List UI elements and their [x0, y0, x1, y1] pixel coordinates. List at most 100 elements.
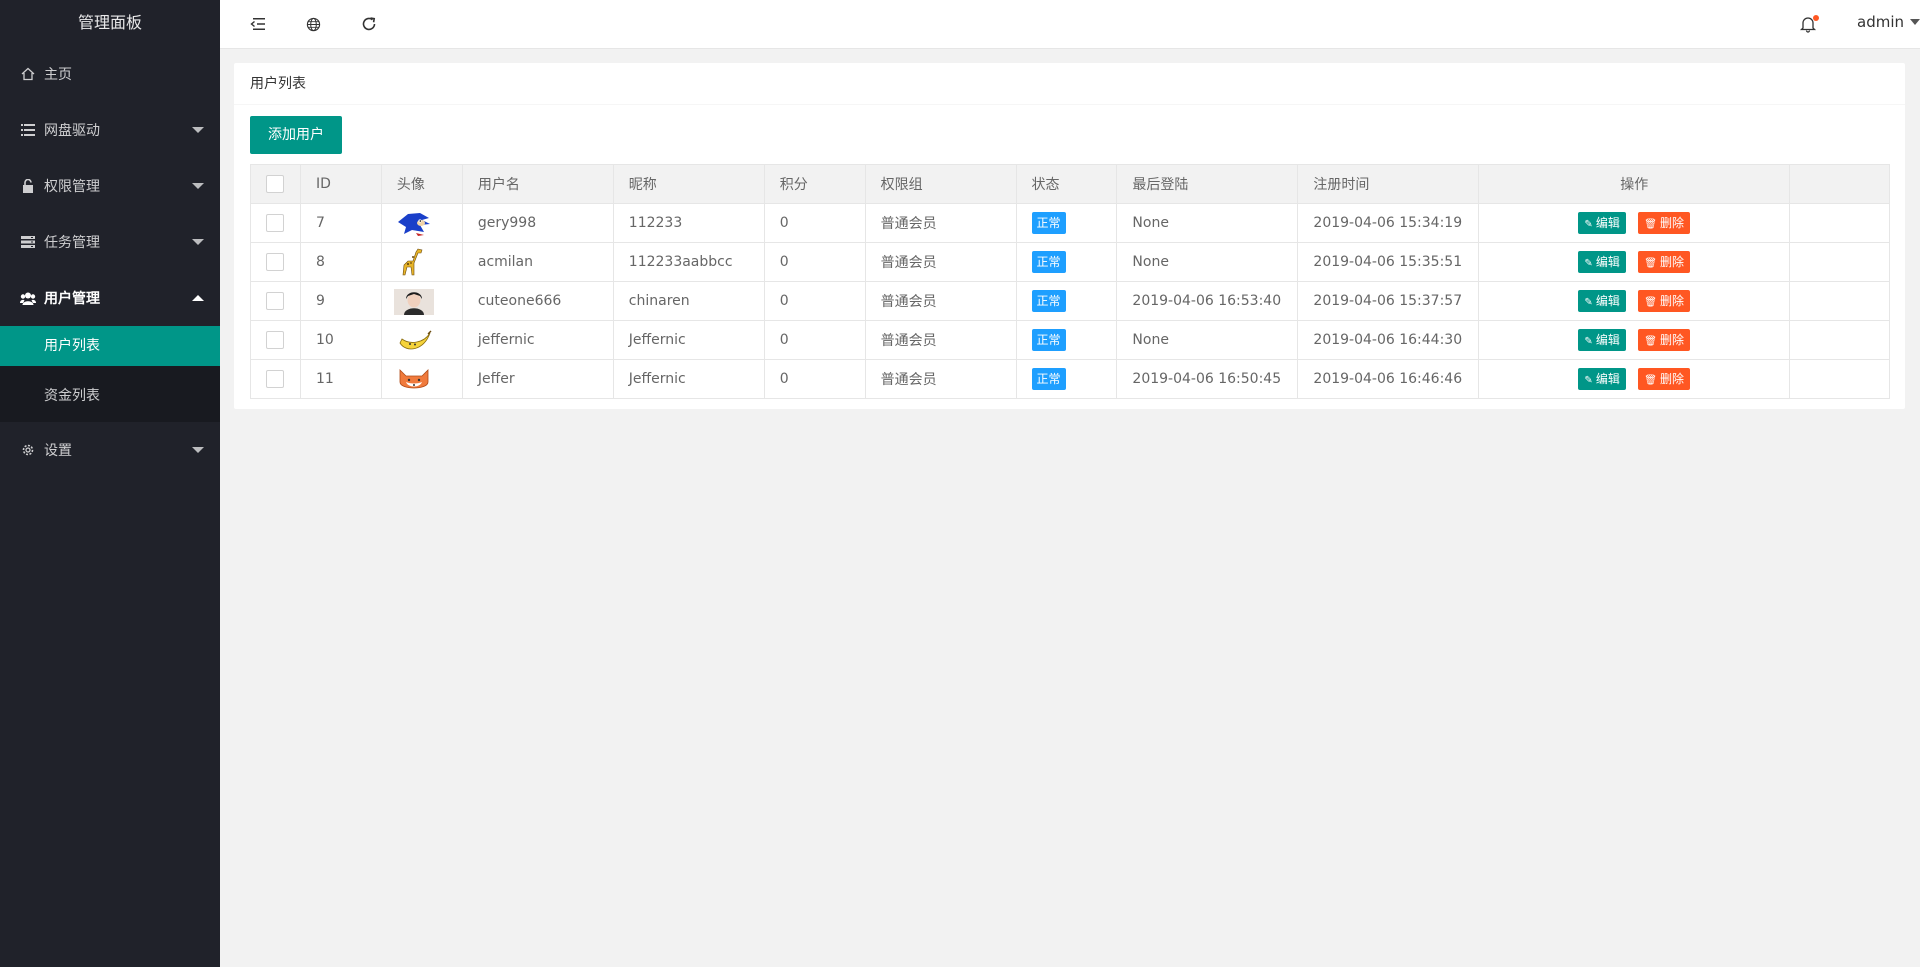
cell-username: Jeffer [461, 359, 614, 399]
cell-avatar [380, 242, 463, 282]
row-select-cell [250, 242, 301, 282]
edit-label: 编辑 [1595, 255, 1620, 269]
cell-avatar [380, 320, 463, 360]
top-header: admin [220, 0, 1920, 49]
cell-actions: ✎ 编辑 🗑 删除 [1478, 242, 1791, 282]
collapse-menu-icon[interactable] [245, 12, 269, 36]
sidebar-item-label: 任务管理 [44, 235, 100, 251]
notification-bell[interactable] [1799, 13, 1821, 35]
column-header-username[interactable]: 用户名 [461, 164, 614, 204]
edit-button[interactable]: ✎ 编辑 [1578, 368, 1626, 390]
trash-icon: 🗑 [1644, 336, 1657, 347]
cell-last-login: None [1116, 242, 1299, 282]
trash-icon: 🗑 [1644, 219, 1657, 230]
pencil-icon: ✎ [1584, 219, 1593, 230]
cell-avatar [380, 281, 463, 321]
sidebar: 管理面板 主页 网盘驱动 权限管理 任务管理 用户管理 用户列表 资金列表 设置 [0, 0, 220, 967]
column-header-nickname[interactable]: 昵称 [612, 164, 765, 204]
refresh-icon[interactable] [357, 12, 381, 36]
globe-icon[interactable] [301, 12, 325, 36]
edit-button[interactable]: ✎ 编辑 [1578, 251, 1626, 273]
cell-nickname: 112233 [612, 203, 765, 243]
table-row: 9 cuteone666 chinaren 0 普通会员 正常 2019-04-… [250, 281, 1890, 321]
column-header-points[interactable]: 积分 [763, 164, 866, 204]
row-checkbox[interactable] [266, 214, 285, 232]
giraffe-avatar [402, 248, 423, 276]
sidebar-item-drives[interactable]: 网盘驱动 [0, 102, 220, 158]
delete-label: 删除 [1659, 255, 1684, 269]
chevron-down-icon [192, 183, 204, 189]
cell-nickname: Jeffernic [612, 359, 765, 399]
sidebar-item-label: 主页 [44, 67, 72, 83]
select-all-checkbox[interactable] [266, 175, 285, 193]
delete-label: 删除 [1659, 216, 1684, 230]
cell-id: 8 [299, 242, 382, 282]
cell-group: 普通会员 [864, 359, 1017, 399]
users-icon [20, 290, 36, 306]
cell-points: 0 [763, 203, 866, 243]
cell-username: cuteone666 [461, 281, 614, 321]
column-header-group[interactable]: 权限组 [864, 164, 1017, 204]
cell-actions: ✎ 编辑 🗑 删除 [1478, 203, 1791, 243]
edit-button[interactable]: ✎ 编辑 [1578, 212, 1626, 234]
cell-registered: 2019-04-06 16:46:46 [1297, 359, 1480, 399]
pencil-icon: ✎ [1584, 375, 1593, 386]
cell-avatar [380, 203, 463, 243]
user-menu[interactable]: admin [1857, 13, 1920, 31]
user-list-card: 用户列表 添加用户 ID 头像 用户名 昵称 积分 权限组 状态 最后登陆 注册… [234, 63, 1905, 409]
add-user-button[interactable]: 添加用户 [250, 116, 342, 154]
row-checkbox[interactable] [266, 253, 285, 271]
column-header-avatar[interactable]: 头像 [380, 164, 463, 204]
edit-button[interactable]: ✎ 编辑 [1578, 329, 1626, 351]
cell-group: 普通会员 [864, 242, 1017, 282]
delete-button[interactable]: 🗑 删除 [1638, 251, 1690, 273]
row-checkbox[interactable] [266, 370, 285, 388]
cell-nickname: 112233aabbcc [612, 242, 765, 282]
cell-last-login: 2019-04-06 16:53:40 [1116, 281, 1299, 321]
delete-button[interactable]: 🗑 删除 [1638, 212, 1690, 234]
cell-registered: 2019-04-06 15:37:57 [1297, 281, 1480, 321]
column-header-id[interactable]: ID [299, 164, 382, 204]
cell-points: 0 [763, 242, 866, 282]
cell-status: 正常 [1015, 203, 1118, 243]
column-header-status[interactable]: 状态 [1015, 164, 1118, 204]
list-icon [20, 122, 36, 138]
cell-registered: 2019-04-06 15:35:51 [1297, 242, 1480, 282]
edit-label: 编辑 [1595, 216, 1620, 230]
delete-button[interactable]: 🗑 删除 [1638, 329, 1690, 351]
cell-username: acmilan [461, 242, 614, 282]
delete-button[interactable]: 🗑 删除 [1638, 368, 1690, 390]
sidebar-item-settings[interactable]: 设置 [0, 422, 220, 478]
sidebar-item-home[interactable]: 主页 [0, 46, 220, 102]
table-row: 10 jeffernic Jeffernic 0 普通会员 正常 None 20… [250, 320, 1890, 360]
sidebar-subitem-user-list[interactable]: 用户列表 [0, 326, 220, 366]
sidebar-item-users[interactable]: 用户管理 [0, 270, 220, 326]
cell-last-login: None [1116, 203, 1299, 243]
table-row: 7 gery998 112233 0 普通会员 正常 None 2019-04-… [250, 203, 1890, 243]
user-table: ID 头像 用户名 昵称 积分 权限组 状态 最后登陆 注册时间 操作 7 ge… [250, 164, 1890, 399]
cell-actions: ✎ 编辑 🗑 删除 [1478, 281, 1791, 321]
trash-icon: 🗑 [1644, 297, 1657, 308]
row-select-cell [250, 320, 301, 360]
delete-label: 删除 [1659, 372, 1684, 386]
sidebar-item-permissions[interactable]: 权限管理 [0, 158, 220, 214]
sidebar-subitem-fund-list[interactable]: 资金列表 [0, 376, 220, 416]
column-header-registered[interactable]: 注册时间 [1297, 164, 1480, 204]
table-header-row: ID 头像 用户名 昵称 积分 权限组 状态 最后登陆 注册时间 操作 [250, 164, 1890, 204]
cell-filler [1789, 281, 1890, 321]
cell-id: 11 [299, 359, 382, 399]
username-label: admin [1857, 13, 1904, 31]
delete-button[interactable]: 🗑 删除 [1638, 290, 1690, 312]
sidebar-item-label: 权限管理 [44, 179, 100, 195]
row-checkbox[interactable] [266, 292, 285, 310]
sidebar-item-label: 设置 [44, 443, 72, 459]
row-checkbox[interactable] [266, 331, 285, 349]
column-header-actions[interactable]: 操作 [1478, 164, 1791, 204]
row-select-cell [250, 359, 301, 399]
trash-icon: 🗑 [1644, 258, 1657, 269]
cell-points: 0 [763, 281, 866, 321]
edit-button[interactable]: ✎ 编辑 [1578, 290, 1626, 312]
app-logo-title[interactable]: 管理面板 [0, 0, 220, 46]
sidebar-item-tasks[interactable]: 任务管理 [0, 214, 220, 270]
column-header-last-login[interactable]: 最后登陆 [1116, 164, 1299, 204]
